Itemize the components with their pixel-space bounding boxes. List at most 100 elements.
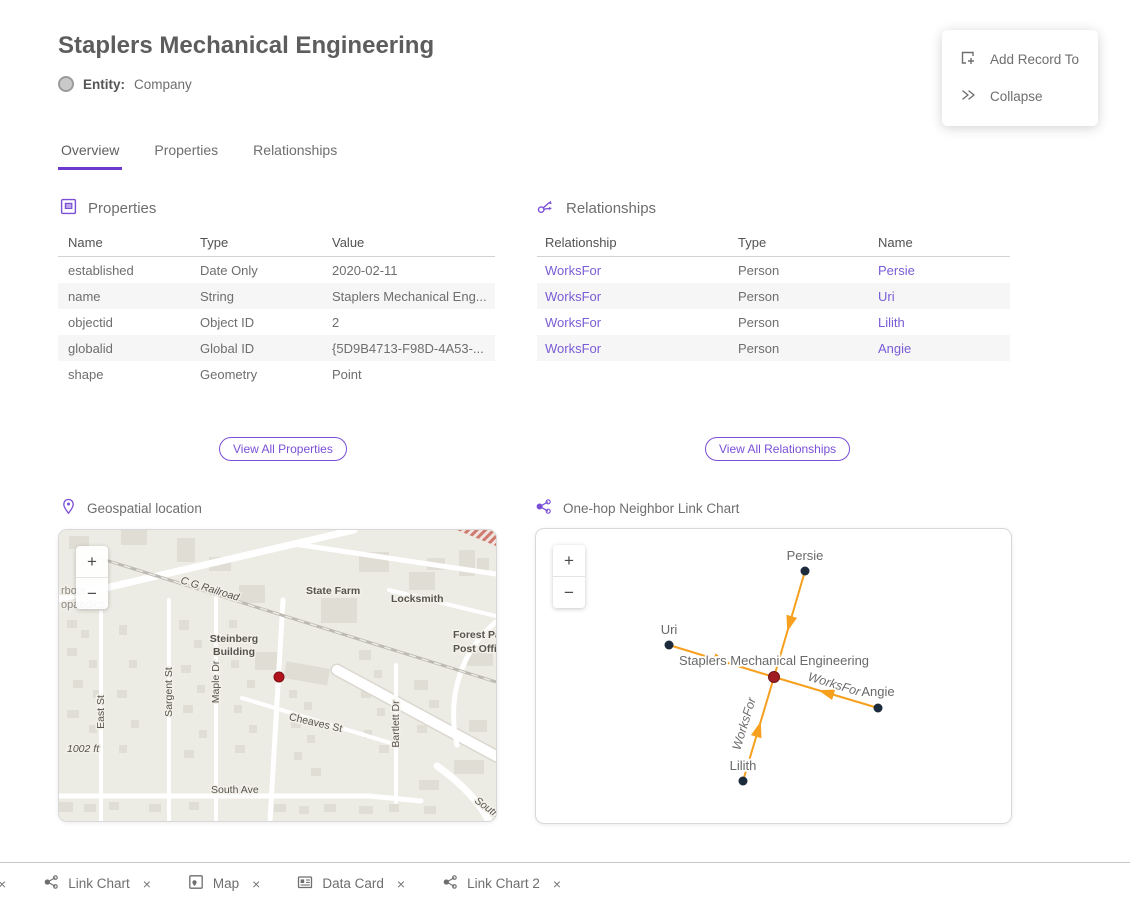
node-center-entity[interactable] bbox=[769, 672, 780, 683]
close-icon[interactable]: × bbox=[143, 876, 151, 892]
tab-relationships[interactable]: Relationships bbox=[250, 142, 340, 170]
close-icon[interactable]: × bbox=[397, 876, 405, 892]
cell-value: Point bbox=[332, 367, 495, 382]
table-header: Name Type Value bbox=[58, 228, 495, 257]
menu-item-collapse[interactable]: Collapse bbox=[942, 86, 1098, 107]
table-row: established Date Only 2020-02-11 bbox=[58, 257, 495, 283]
entity-link[interactable]: Angie bbox=[878, 341, 1010, 356]
entity-link[interactable]: Lilith bbox=[878, 315, 1010, 330]
table-row: WorksFor Person Uri bbox=[537, 283, 1010, 309]
map-label: Locksmith bbox=[391, 593, 444, 605]
data-card-icon bbox=[297, 874, 313, 893]
entity-value: Company bbox=[134, 77, 192, 92]
cell-type: Person bbox=[738, 263, 878, 278]
relationship-link[interactable]: WorksFor bbox=[537, 289, 738, 304]
zoom-in-button[interactable]: + bbox=[76, 546, 108, 577]
properties-table: Name Type Value established Date Only 20… bbox=[58, 228, 495, 387]
table-row: name String Staplers Mechanical Eng... bbox=[58, 283, 495, 309]
col-header-relationship: Relationship bbox=[537, 235, 738, 250]
table-row: WorksFor Person Persie bbox=[537, 257, 1010, 283]
table-row: WorksFor Person Angie bbox=[537, 335, 1010, 361]
properties-section-header: Properties bbox=[60, 198, 156, 219]
link-chart-labels: Persie Uri Angie Lilith Staplers Mechani… bbox=[661, 548, 895, 773]
zoom-out-button[interactable]: − bbox=[553, 577, 585, 608]
tab-label: Data Card bbox=[322, 876, 384, 891]
cell-type: Person bbox=[738, 289, 878, 304]
one-hop-section-header: One-hop Neighbor Link Chart bbox=[535, 498, 739, 518]
geospatial-map[interactable]: + − bbox=[58, 529, 497, 822]
node-label: Lilith bbox=[730, 758, 757, 773]
map-label: State Farm bbox=[306, 585, 360, 597]
zoom-out-button[interactable]: − bbox=[76, 578, 108, 609]
view-tab-map[interactable]: Map × bbox=[188, 874, 260, 893]
node-label: Persie bbox=[787, 548, 824, 563]
cell-value: 2020-02-11 bbox=[332, 263, 495, 278]
map-label: Building bbox=[213, 646, 255, 658]
view-tab-bar: × Link Chart × Map × Data Card × bbox=[0, 862, 1130, 903]
menu-item-add-record-to[interactable]: Add Record To bbox=[942, 49, 1098, 70]
add-record-icon bbox=[959, 49, 977, 70]
map-label: East St bbox=[95, 695, 107, 729]
close-icon[interactable]: × bbox=[0, 876, 6, 892]
view-all-properties-button[interactable]: View All Properties bbox=[219, 437, 347, 461]
relationships-table: Relationship Type Name WorksFor Person P… bbox=[537, 228, 1010, 361]
cell-type: Date Only bbox=[200, 263, 332, 278]
entity-label: Entity: bbox=[83, 77, 125, 92]
link-chart-canvas: Persie Uri Angie Lilith Staplers Mechani… bbox=[536, 529, 1009, 821]
map-marker[interactable] bbox=[274, 672, 284, 682]
context-menu: Add Record To Collapse bbox=[942, 30, 1098, 126]
tab-label: Link Chart bbox=[68, 876, 130, 891]
geospatial-section-header: Geospatial location bbox=[61, 498, 202, 518]
map-label: Steinberg bbox=[210, 633, 258, 645]
table-row: globalid Global ID {5D9B4713-F98D-4A53-.… bbox=[58, 335, 495, 361]
map-pin-icon bbox=[61, 498, 76, 518]
link-chart-icon bbox=[43, 874, 59, 893]
map-scale-label: 1002 ft bbox=[67, 743, 100, 755]
map-label: Sargent St bbox=[163, 667, 175, 717]
cell-type: Person bbox=[738, 315, 878, 330]
cell-value: {5D9B4713-F98D-4A53-... bbox=[332, 341, 495, 356]
cell-type: String bbox=[200, 289, 332, 304]
section-title: Properties bbox=[88, 200, 156, 217]
node-angie[interactable] bbox=[874, 704, 883, 713]
properties-form-icon bbox=[60, 198, 77, 219]
view-tab-data-card[interactable]: Data Card × bbox=[297, 874, 405, 893]
col-header-value: Value bbox=[332, 235, 495, 250]
table-row: shape Geometry Point bbox=[58, 361, 495, 387]
menu-item-label: Collapse bbox=[990, 89, 1043, 104]
cell-name: globalid bbox=[58, 341, 200, 356]
relationship-link[interactable]: WorksFor bbox=[537, 263, 738, 278]
data-card-page: Staplers Mechanical Engineering Entity: … bbox=[0, 0, 1130, 903]
relationship-link[interactable]: WorksFor bbox=[537, 341, 738, 356]
col-header-type: Type bbox=[738, 235, 878, 250]
cell-name: shape bbox=[58, 367, 200, 382]
map-label: Maple Dr bbox=[210, 660, 222, 703]
node-label: Uri bbox=[661, 622, 678, 637]
cell-type: Object ID bbox=[200, 315, 332, 330]
one-hop-link-chart[interactable]: + − bbox=[535, 528, 1012, 824]
col-header-type: Type bbox=[200, 235, 332, 250]
close-icon[interactable]: × bbox=[252, 876, 260, 892]
view-tab-link-chart-2[interactable]: Link Chart 2 × bbox=[442, 874, 561, 893]
tab-properties[interactable]: Properties bbox=[151, 142, 221, 170]
node-uri[interactable] bbox=[665, 641, 674, 650]
close-icon[interactable]: × bbox=[553, 876, 561, 892]
entity-link[interactable]: Persie bbox=[878, 263, 1010, 278]
table-row: objectid Object ID 2 bbox=[58, 309, 495, 335]
tab-overview[interactable]: Overview bbox=[58, 142, 122, 170]
relationship-link[interactable]: WorksFor bbox=[537, 315, 738, 330]
entity-link[interactable]: Uri bbox=[878, 289, 1010, 304]
table-header: Relationship Type Name bbox=[537, 228, 1010, 257]
cell-value: 2 bbox=[332, 315, 495, 330]
view-tab-link-chart[interactable]: Link Chart × bbox=[43, 874, 151, 893]
entity-row: Entity: Company bbox=[58, 76, 192, 92]
node-persie[interactable] bbox=[801, 567, 810, 576]
map-label: Post Offic bbox=[453, 643, 496, 655]
view-all-relationships-button[interactable]: View All Relationships bbox=[705, 437, 850, 461]
zoom-in-button[interactable]: + bbox=[553, 545, 585, 576]
node-lilith[interactable] bbox=[739, 777, 748, 786]
cell-value: Staplers Mechanical Eng... bbox=[332, 289, 495, 304]
cell-type: Person bbox=[738, 341, 878, 356]
relationships-icon bbox=[537, 198, 555, 219]
map-label: South Ave bbox=[211, 784, 259, 796]
